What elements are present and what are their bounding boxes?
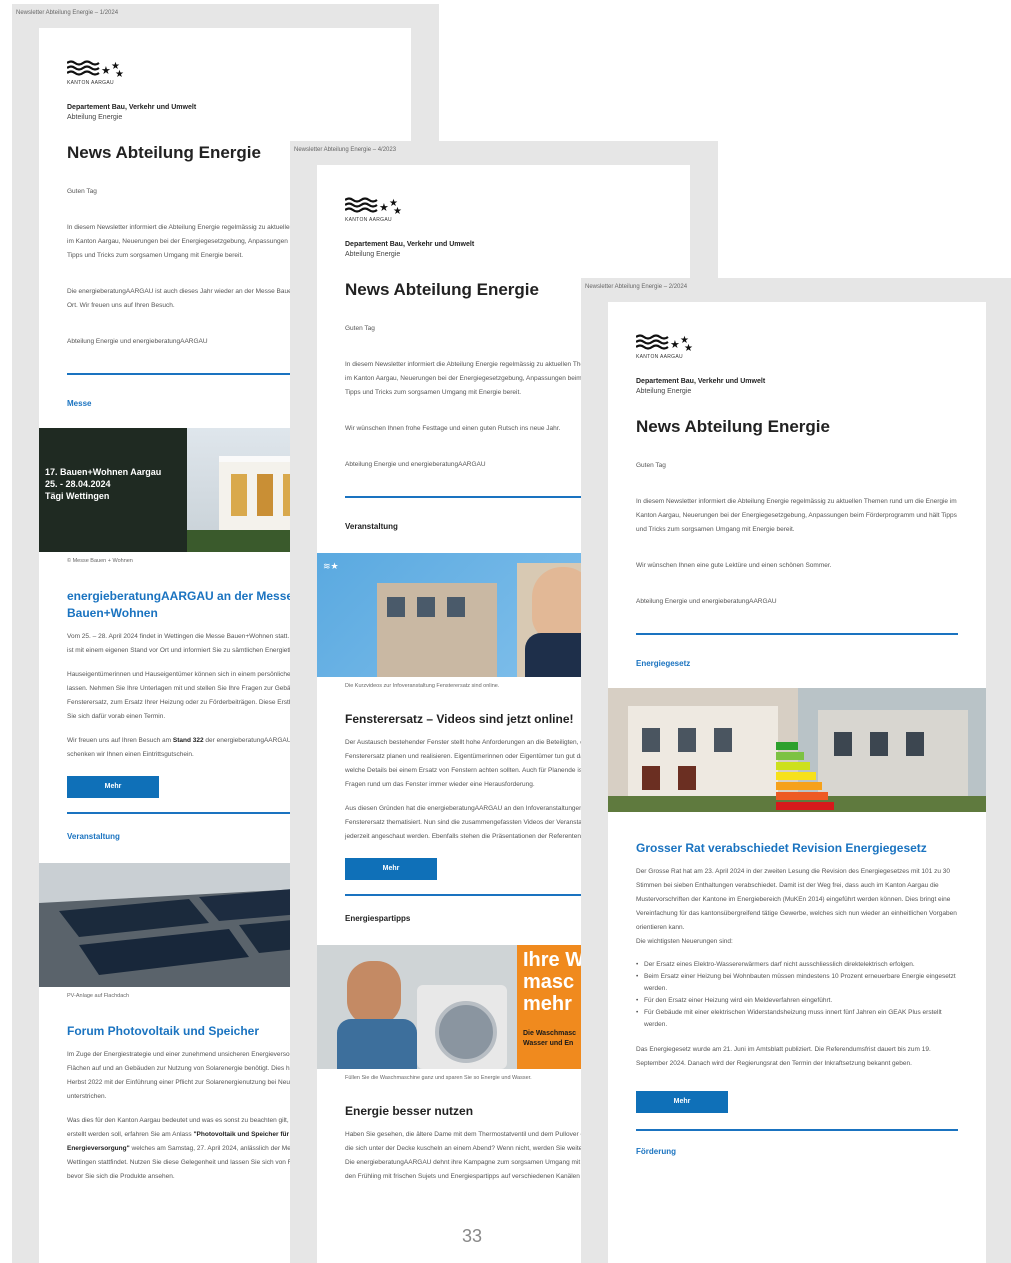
logo-text: KANTON AARGAU	[636, 354, 683, 360]
energy-label-icon	[776, 742, 834, 810]
aargau-waves-stars-icon: ★ ★ ★	[345, 197, 402, 215]
department-name: Departement Bau, Verkehr und Umwelt	[636, 378, 766, 385]
department-name: Departement Bau, Verkehr und Umwelt	[345, 241, 475, 248]
kanton-logo: ★ ★ ★ KANTON AARGAU	[636, 334, 958, 360]
article-heading: Grosser Rat verabschiedet Revision Energ…	[636, 841, 927, 855]
section-divider	[636, 1129, 958, 1131]
kanton-logo: ★ ★ ★ KANTON AARGAU	[67, 60, 383, 86]
newsletter-title: News Abteilung Energie	[636, 417, 830, 436]
division-name: Abteilung Energie	[636, 388, 692, 395]
list-item: Für Gebäude mit einer elektrischen Wider…	[636, 1007, 958, 1031]
section-title-energiegesetz: Energiegesetz	[636, 659, 691, 668]
article-text: Das Energiegesetz wurde am 21. Juni im A…	[636, 1046, 931, 1067]
svg-text:★: ★	[115, 69, 124, 78]
svg-text:★: ★	[101, 64, 111, 77]
list-item: Für den Ersatz einer Heizung wird ein Me…	[636, 995, 958, 1007]
houses-image	[608, 688, 986, 812]
svg-text:★: ★	[684, 343, 693, 352]
newsletter-header: Newsletter Abteilung Energie – 1/2024	[16, 10, 119, 16]
logo-text: KANTON AARGAU	[345, 217, 392, 223]
svg-text:★: ★	[670, 338, 680, 351]
article-text: Der Grosse Rat hat am 23. April 2024 in …	[636, 868, 957, 931]
newsletter-card-3: Newsletter Abteilung Energie – 2/2024 ★ …	[581, 278, 1011, 1263]
page-number: 33	[462, 1226, 483, 1246]
section-title-foerderung: Förderung	[636, 1147, 676, 1156]
kanton-logo: ★ ★ ★ KANTON AARGAU	[345, 197, 662, 223]
signature: Abteilung Energie und energieberatungAAR…	[636, 598, 777, 605]
mehr-button[interactable]: Mehr	[67, 776, 159, 798]
svg-text:★: ★	[393, 206, 402, 215]
mehr-button[interactable]: Mehr	[345, 858, 437, 880]
messe-image-text: 17. Bauen+Wohnen Aargau 25. - 28.04.2024…	[45, 467, 162, 501]
laundry-image-subline: Die Waschmasc Wasser und En	[523, 1030, 577, 1047]
wish-text: Wir wünschen Ihnen eine gute Lektüre und…	[636, 562, 832, 569]
division-name: Abteilung Energie	[67, 114, 123, 121]
aargau-waves-stars-icon: ★ ★ ★	[636, 334, 693, 352]
greeting: Guten Tag	[636, 462, 666, 469]
newsletter-paper: ★ ★ ★ KANTON AARGAU Departement Bau, Ver…	[608, 302, 986, 1263]
svg-text:★: ★	[379, 201, 389, 214]
mehr-button[interactable]: Mehr	[636, 1091, 728, 1113]
bullet-list: Der Ersatz eines Elektro-Wassererwärmers…	[636, 959, 958, 1031]
department-name: Departement Bau, Verkehr und Umwelt	[67, 104, 197, 111]
article-text: Die wichtigsten Neuerungen sind:	[636, 938, 733, 945]
newsletter-header: Newsletter Abteilung Energie – 2/2024	[585, 284, 688, 290]
newsletter-header: Newsletter Abteilung Energie – 4/2023	[294, 147, 397, 153]
aargau-waves-stars-icon: ★ ★ ★	[67, 60, 124, 78]
laundry-image-headline: Ihre W masc mehr	[523, 949, 585, 1015]
logo-text: KANTON AARGAU	[67, 80, 114, 86]
intro-text: In diesem Newsletter informiert die Abte…	[636, 498, 957, 533]
list-item: Beim Ersatz einer Heizung bei Wohnbauten…	[636, 971, 958, 995]
section-divider	[636, 633, 958, 635]
logo-icon: ≋★	[323, 561, 339, 571]
list-item: Der Ersatz eines Elektro-Wassererwärmers…	[636, 959, 958, 971]
division-name: Abteilung Energie	[345, 251, 401, 258]
